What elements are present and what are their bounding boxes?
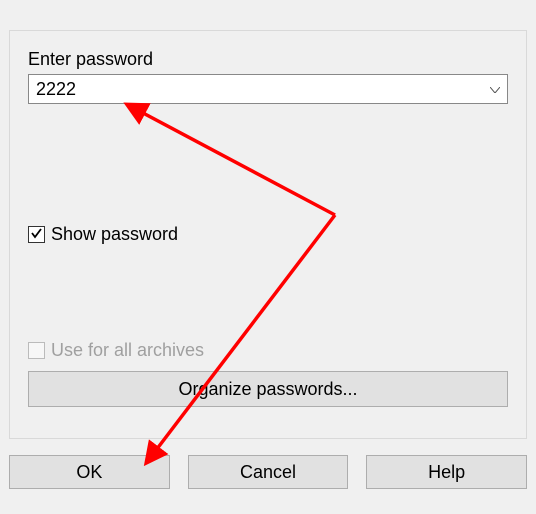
password-row bbox=[28, 74, 508, 104]
help-button[interactable]: Help bbox=[366, 455, 527, 489]
use-all-archives-checkbox bbox=[28, 342, 45, 359]
password-input[interactable] bbox=[28, 74, 508, 104]
enter-password-label: Enter password bbox=[28, 49, 508, 70]
use-all-archives-row: Use for all archives bbox=[28, 340, 508, 361]
organize-passwords-button[interactable]: Organize passwords... bbox=[28, 371, 508, 407]
show-password-checkbox[interactable] bbox=[28, 226, 45, 243]
dialog-panel: Enter password Show password Use for all… bbox=[9, 30, 527, 439]
dialog-button-row: OK Cancel Help bbox=[9, 455, 527, 489]
chevron-down-icon bbox=[490, 80, 500, 98]
cancel-button[interactable]: Cancel bbox=[188, 455, 349, 489]
use-all-archives-label: Use for all archives bbox=[51, 340, 204, 361]
ok-button[interactable]: OK bbox=[9, 455, 170, 489]
show-password-row: Show password bbox=[28, 224, 508, 245]
show-password-label: Show password bbox=[51, 224, 178, 245]
checkmark-icon bbox=[30, 224, 43, 245]
password-dropdown-button[interactable] bbox=[483, 75, 507, 103]
